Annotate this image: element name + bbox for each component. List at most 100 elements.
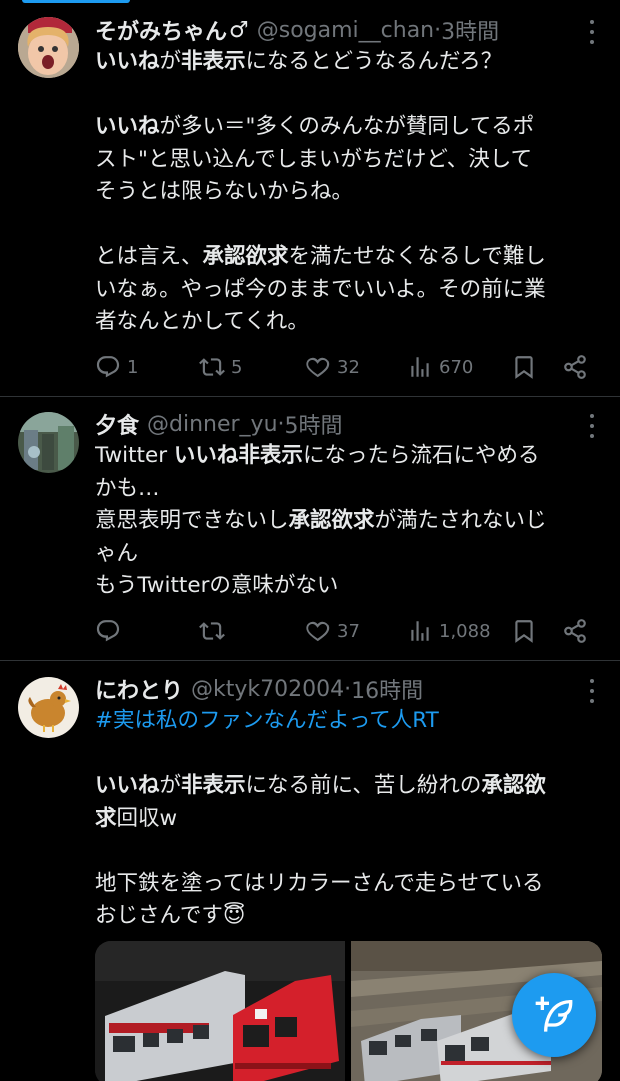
retweet-button[interactable]: 5 bbox=[199, 352, 242, 382]
media-image-1[interactable] bbox=[95, 941, 345, 1081]
tweet-1[interactable]: そがみちゃん ♂ @sogami__chan · 3時間 いいねが非表示になると… bbox=[0, 0, 620, 397]
tweet-text: Twitter いいね非表示になったら流石にやめる かも… 意思表明できないし承認欲… bbox=[95, 440, 602, 603]
timestamp[interactable]: 16時間 bbox=[351, 673, 423, 705]
name-emoji: ♂ bbox=[229, 17, 249, 43]
retweet-count: 5 bbox=[231, 356, 243, 378]
tweet-text-line: そうとは限らないからね。 bbox=[95, 176, 602, 209]
tweet-text: いいねが非表示になる前に、苦し紛れの承認欲 求回収w 地下鉄を塗ってはリカラーさんで… bbox=[95, 738, 602, 933]
timestamp[interactable]: 3時間 bbox=[441, 14, 499, 46]
tweet-text-line: いいねが非表示になるとどうなるんだろ？ bbox=[95, 46, 602, 79]
like-count: 37 bbox=[337, 620, 360, 642]
tweet-text-line: 求回収w bbox=[95, 803, 602, 836]
text-segment: いなぁ。やっぱ今のままでいいよ。その前に業 bbox=[95, 276, 546, 302]
like-button[interactable]: 32 bbox=[305, 352, 360, 382]
share-icon bbox=[564, 619, 586, 643]
tweet-text-line: Twitter いいね非表示になったら流石にやめる bbox=[95, 440, 602, 473]
reply-icon bbox=[96, 356, 120, 378]
bookmark-icon bbox=[515, 620, 533, 643]
retweet-icon bbox=[199, 358, 225, 376]
text-segment: を満たせなくなるしで難し bbox=[288, 244, 546, 269]
bookmark-button[interactable] bbox=[511, 352, 537, 382]
share-button[interactable] bbox=[562, 616, 588, 646]
heart-icon bbox=[306, 621, 330, 642]
text-segment: 😇 bbox=[222, 903, 246, 928]
bookmark-icon bbox=[515, 356, 533, 379]
more-options-icon[interactable] bbox=[582, 679, 602, 703]
text-segment: もうTwitterの意味がない bbox=[95, 573, 339, 598]
text-segment: おじさんです bbox=[95, 903, 223, 928]
more-options-icon[interactable] bbox=[582, 20, 602, 44]
text-segment: 回収w bbox=[116, 805, 178, 831]
views-count: 670 bbox=[439, 356, 474, 378]
tweet-text-line: いいねが多い＝"多くのみんなが賛同してるポ bbox=[95, 111, 602, 144]
handle[interactable]: @dinner_yu bbox=[147, 412, 278, 437]
bold-keyword: いいね bbox=[173, 443, 239, 468]
views-icon bbox=[411, 357, 429, 377]
display-name[interactable]: 夕食 bbox=[95, 408, 139, 440]
tweet-text-line: いいねが非表示になる前に、苦し紛れの承認欲 bbox=[95, 770, 602, 803]
views-icon bbox=[411, 621, 429, 641]
views-button[interactable]: 1,088 bbox=[407, 616, 491, 646]
compose-button[interactable] bbox=[512, 973, 596, 1057]
tweet-text-line: おじさんです😇 bbox=[95, 900, 602, 933]
reply-button[interactable]: 1 bbox=[95, 352, 138, 382]
separator: · bbox=[434, 17, 442, 43]
text-segment: になるとどうなるんだろ？ bbox=[245, 49, 503, 74]
reply-count: 1 bbox=[127, 356, 139, 378]
text-segment: になる前に、苦し紛れの bbox=[245, 773, 482, 798]
heart-icon bbox=[306, 357, 330, 378]
avatar[interactable] bbox=[18, 412, 79, 473]
bold-keyword: 非表示 bbox=[181, 773, 246, 798]
tweet-text-line: 地下鉄を塗ってはリカラーさんで走らせている bbox=[95, 868, 602, 901]
display-name[interactable]: そがみちゃん bbox=[95, 14, 227, 46]
text-segment: が満たされないじ bbox=[374, 508, 547, 533]
avatar[interactable] bbox=[18, 17, 79, 78]
more-options-icon[interactable] bbox=[582, 414, 602, 438]
text-segment: ゃん bbox=[95, 540, 139, 566]
text-segment: 地下鉄を塗ってはリカラーさんで走らせている bbox=[95, 870, 544, 896]
views-count: 1,088 bbox=[439, 620, 491, 642]
separator: · bbox=[277, 411, 285, 437]
text-segment: そうとは限らないからね。 bbox=[95, 179, 354, 204]
tweet-text-line: 者なんとかしてくれ。 bbox=[95, 306, 602, 339]
text-segment: 者なんとかしてくれ。 bbox=[95, 309, 309, 334]
text-segment: とは言え、 bbox=[95, 244, 203, 269]
tweet-text-blank-line bbox=[95, 738, 602, 771]
handle[interactable]: @ktyk702004 bbox=[191, 677, 344, 702]
tweet-2[interactable]: 夕食 @dinner_yu · 5時間 Twitter いいね非表示になったら流… bbox=[0, 397, 620, 661]
tweet-text-line: いなぁ。やっぱ今のままでいいよ。その前に業 bbox=[95, 274, 602, 307]
tweet-text-blank-line bbox=[95, 835, 602, 868]
avatar[interactable] bbox=[18, 677, 79, 738]
bold-keyword: 非表示 bbox=[238, 443, 303, 468]
views-button[interactable]: 670 bbox=[407, 352, 473, 382]
text-segment: が bbox=[159, 773, 182, 798]
bookmark-button[interactable] bbox=[511, 616, 537, 646]
retweet-button[interactable] bbox=[199, 616, 231, 646]
bold-keyword: 承認欲求 bbox=[202, 244, 289, 269]
compose-icon bbox=[535, 996, 573, 1032]
text-segment: 意思表明できないし bbox=[95, 508, 289, 533]
display-name[interactable]: にわとり bbox=[95, 673, 183, 705]
tweet-text-line: 意思表明できないし承認欲求が満たされないじ bbox=[95, 505, 602, 538]
timestamp[interactable]: 5時間 bbox=[285, 408, 343, 440]
like-count: 32 bbox=[337, 356, 360, 378]
tweet-text-blank-line bbox=[95, 79, 602, 112]
handle[interactable]: @sogami__chan bbox=[257, 18, 434, 43]
hashtag-link[interactable]: #実は私のファンなんだよって人RT bbox=[95, 708, 439, 733]
tweet-text-line: とは言え、承認欲求を満たせなくなるしで難し bbox=[95, 241, 602, 274]
text-segment: が多い＝"多くのみんなが賛同してるポ bbox=[159, 114, 535, 139]
share-button[interactable] bbox=[562, 352, 588, 382]
text-segment: が bbox=[159, 49, 182, 74]
bold-keyword: 非表示 bbox=[181, 49, 246, 74]
share-icon bbox=[564, 355, 586, 379]
like-button[interactable]: 37 bbox=[305, 616, 360, 646]
bold-keyword: 求 bbox=[95, 805, 117, 831]
bold-keyword: いいね bbox=[95, 114, 160, 139]
reply-button[interactable] bbox=[95, 616, 127, 646]
text-segment: になったら流石にやめる bbox=[302, 443, 540, 468]
text-segment: Twitter bbox=[95, 443, 174, 468]
text-segment: かも… bbox=[95, 475, 160, 501]
reply-icon bbox=[96, 620, 120, 642]
bold-keyword: いいね bbox=[95, 773, 160, 798]
text-segment: スト"と思い込んでしまいがちだけど、決して bbox=[95, 146, 533, 172]
